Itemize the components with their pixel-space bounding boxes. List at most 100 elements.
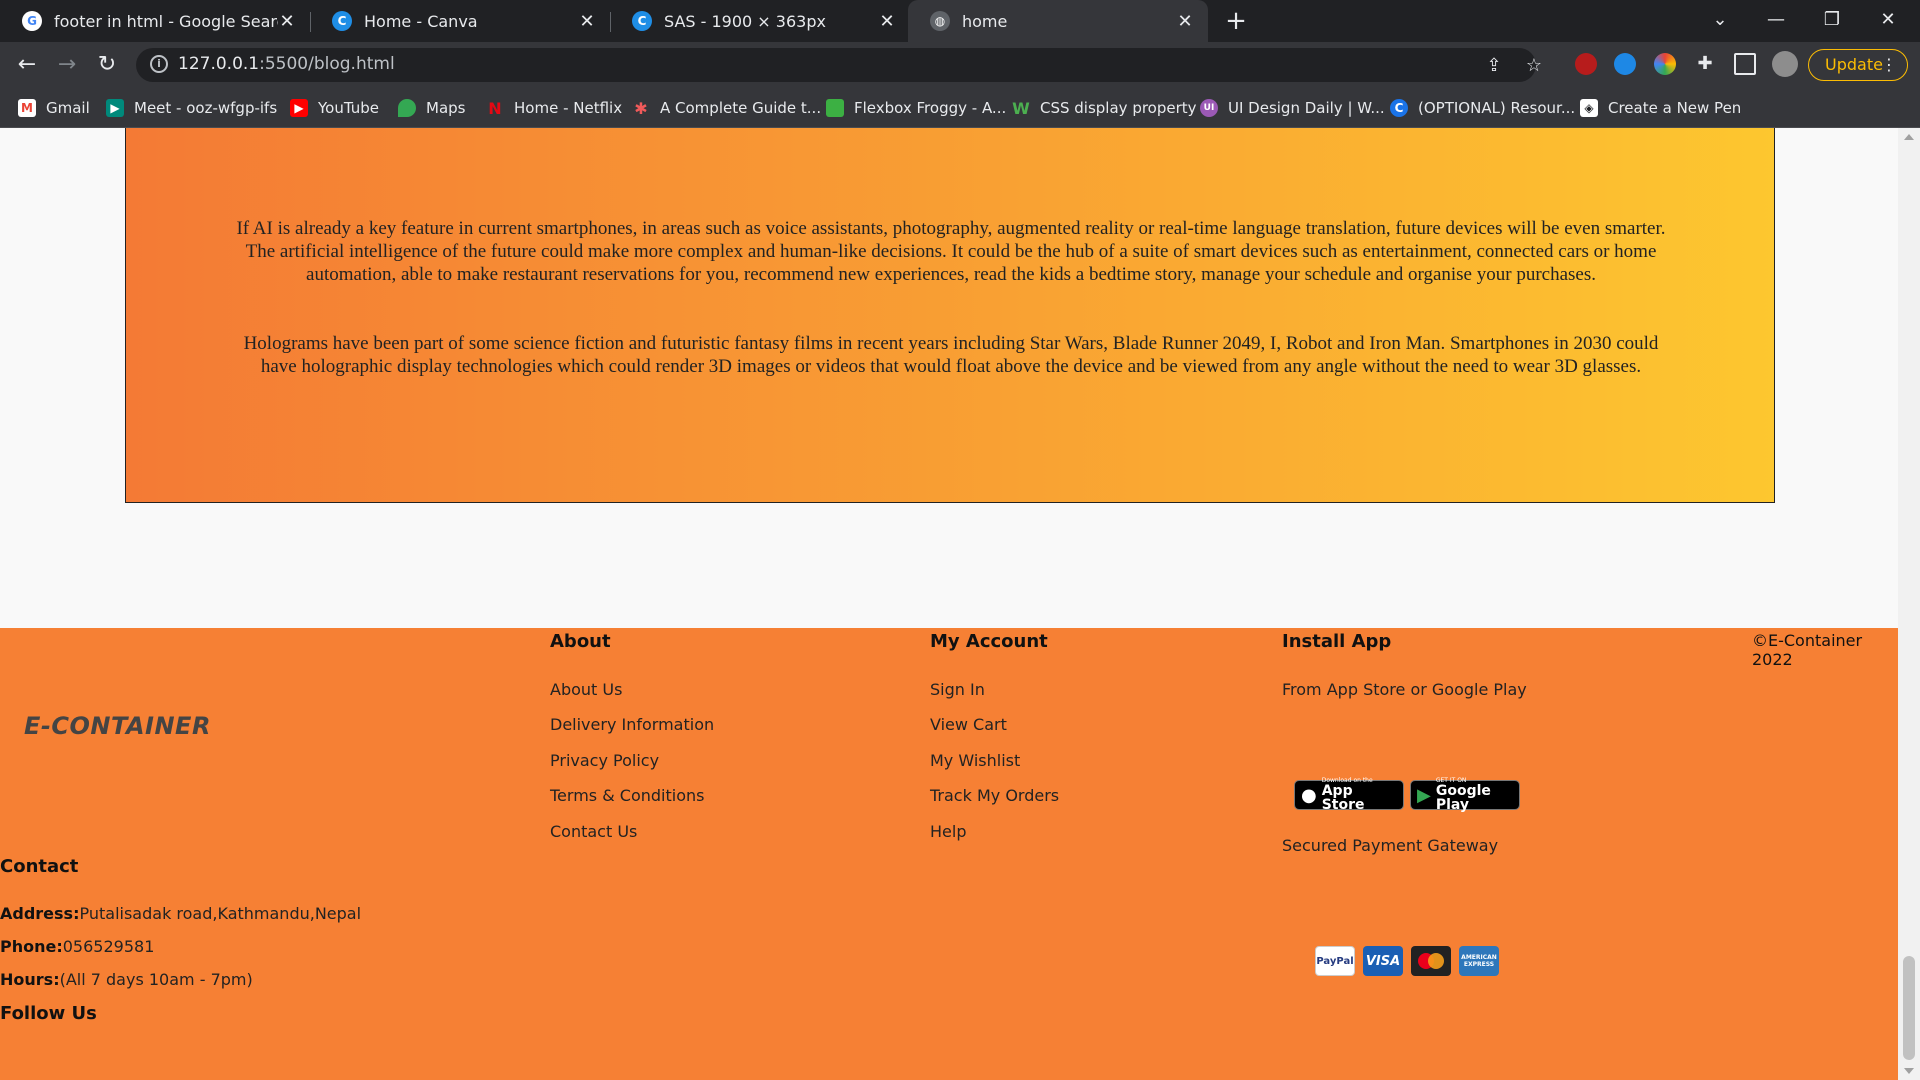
about-us-link[interactable]: About Us xyxy=(550,680,622,699)
extension-b-icon[interactable] xyxy=(1614,53,1636,75)
profile-avatar[interactable] xyxy=(1772,51,1798,77)
terms-conditions-link[interactable]: Terms & Conditions xyxy=(550,786,704,805)
bookmark-flexbox-froggy[interactable]: Flexbox Froggy - A... xyxy=(826,96,1006,120)
paypal-label: PayPal xyxy=(1316,955,1354,967)
tab-canva-sas[interactable]: C SAS - 1900 × 363px ✕ xyxy=(610,0,910,42)
delivery-information-link[interactable]: Delivery Information xyxy=(550,715,714,734)
tab-strip: G footer in html - Google Search ✕ C Hom… xyxy=(0,0,1920,42)
app-store-badge[interactable]: ● Download on the App Store xyxy=(1294,778,1404,812)
bookmark-maps[interactable]: Maps xyxy=(398,96,465,120)
my-account-heading: My Account xyxy=(930,631,1048,652)
ublock-extension-icon[interactable] xyxy=(1575,53,1597,75)
bookmark-label: Maps xyxy=(426,99,466,117)
close-icon[interactable]: ✕ xyxy=(578,11,596,32)
bookmark-youtube[interactable]: ▶ YouTube xyxy=(290,96,379,120)
bookmark-label: Meet - ooz-wfgp-ifs xyxy=(134,99,278,117)
google-icon: G xyxy=(22,11,42,31)
bookmark-label: A Complete Guide t... xyxy=(660,99,822,117)
bookmark-label: UI Design Daily | W... xyxy=(1228,99,1385,117)
site-info-icon[interactable]: i xyxy=(150,55,168,73)
bookmark-css-tricks[interactable]: ✱ A Complete Guide t... xyxy=(632,96,821,120)
site-footer: E-CONTAINER Contact Address:Putalisadak … xyxy=(0,628,1898,1080)
bookmark-optional-resources[interactable]: C (OPTIONAL) Resour... xyxy=(1390,96,1575,120)
phone-label: Phone: xyxy=(0,937,63,956)
minimize-button[interactable]: — xyxy=(1748,0,1804,42)
menu-kebab-icon[interactable]: ⋮ xyxy=(1881,50,1897,80)
bookmark-netflix[interactable]: N Home - Netflix xyxy=(486,96,622,120)
contact-heading: Contact xyxy=(0,856,79,877)
phone-value: 056529581 xyxy=(62,937,155,956)
help-link[interactable]: Help xyxy=(930,822,966,841)
scrollbar-thumb[interactable] xyxy=(1903,956,1915,1060)
bookmarks-bar: M Gmail ▶ Meet - ooz-wfgp-ifs ▶ YouTube Map… xyxy=(0,88,1920,128)
bookmark-css-display[interactable]: W CSS display property xyxy=(1012,96,1197,120)
tab-canva-home[interactable]: C Home - Canva ✕ xyxy=(310,0,610,42)
address-label: Address: xyxy=(0,904,80,923)
css-tricks-icon: ✱ xyxy=(634,98,648,118)
contact-us-link[interactable]: Contact Us xyxy=(550,822,637,841)
extensions-puzzle-icon[interactable]: ✚ xyxy=(1694,53,1716,75)
tab-title: home xyxy=(962,11,1008,31)
ui-icon: UI xyxy=(1200,99,1218,117)
bookmark-label: YouTube xyxy=(318,99,379,117)
side-panel-icon[interactable] xyxy=(1734,53,1756,75)
maps-icon xyxy=(398,99,416,117)
close-icon[interactable]: ✕ xyxy=(1176,11,1194,32)
tab-home-active[interactable]: ◍ home ✕ xyxy=(908,0,1208,42)
bookmark-star-icon[interactable]: ☆ xyxy=(1522,54,1546,78)
tab-title: Home - Canva xyxy=(364,11,478,31)
google-play-badge[interactable]: ▶ GET IT ON Google Play xyxy=(1410,778,1520,812)
follow-us-heading: Follow Us xyxy=(0,1003,97,1024)
w3-icon: W xyxy=(1012,98,1030,118)
amex-icon: AMERICAN EXPRESS xyxy=(1459,946,1499,976)
my-wishlist-link[interactable]: My Wishlist xyxy=(930,751,1020,770)
codepen-icon: ◈ xyxy=(1580,99,1598,117)
blog-content-box: If AI is already a key feature in curren… xyxy=(125,128,1775,503)
view-cart-link[interactable]: View Cart xyxy=(930,715,1007,734)
share-icon[interactable]: ⇪ xyxy=(1482,54,1506,78)
tab-google-search[interactable]: G footer in html - Google Search ✕ xyxy=(0,0,310,42)
bookmark-meet[interactable]: ▶ Meet - ooz-wfgp-ifs xyxy=(106,96,277,120)
color-picker-extension-icon[interactable] xyxy=(1654,53,1676,75)
bookmark-gmail[interactable]: M Gmail xyxy=(18,96,90,120)
url-path: :5500/blog.html xyxy=(259,54,395,74)
address-bar[interactable]: i 127.0.0.1:5500/blog.html ⇪ ☆ xyxy=(136,48,1542,82)
contact-hours: Hours:(All 7 days 10am - 7pm) xyxy=(0,970,253,989)
reload-icon[interactable]: ↻ xyxy=(92,50,122,80)
blog-paragraph-ai: If AI is already a key feature in curren… xyxy=(236,218,1666,285)
forward-arrow-icon[interactable]: → xyxy=(52,50,82,80)
update-label: Update xyxy=(1825,55,1883,74)
page-scrollbar[interactable] xyxy=(1898,128,1920,1080)
blog-paragraph-holograms: Holograms have been part of some science… xyxy=(243,333,1659,377)
bookmark-codepen[interactable]: ◈ Create a New Pen xyxy=(1580,96,1741,120)
tab-title: footer in html - Google Search xyxy=(54,11,278,31)
close-icon[interactable]: ✕ xyxy=(878,11,896,32)
update-button[interactable]: Update ⋮ xyxy=(1808,49,1908,81)
url-host: 127.0.0.1 xyxy=(178,54,260,74)
track-orders-link[interactable]: Track My Orders xyxy=(930,786,1059,805)
bookmark-ui-design-daily[interactable]: UI UI Design Daily | W... xyxy=(1200,96,1385,120)
meet-icon: ▶ xyxy=(106,99,124,117)
contact-address: Address:Putalisadak road,Kathmandu,Nepal xyxy=(0,904,361,923)
back-arrow-icon[interactable]: ← xyxy=(12,50,42,80)
scroll-down-arrow-icon[interactable] xyxy=(1904,1068,1914,1074)
youtube-icon: ▶ xyxy=(290,99,308,117)
restore-button[interactable]: ❐ xyxy=(1804,0,1860,42)
globe-icon: ◍ xyxy=(930,11,950,31)
c-icon: C xyxy=(1390,99,1408,117)
close-icon[interactable]: ✕ xyxy=(278,11,296,32)
bookmark-label: (OPTIONAL) Resour... xyxy=(1418,99,1576,117)
privacy-policy-link[interactable]: Privacy Policy xyxy=(550,751,659,770)
paypal-icon: PayPal xyxy=(1315,946,1355,976)
bookmark-label: CSS display property xyxy=(1040,99,1197,117)
visa-icon: VISA xyxy=(1363,946,1403,976)
url-text[interactable]: 127.0.0.1:5500/blog.html xyxy=(178,54,395,74)
install-app-heading: Install App xyxy=(1282,631,1392,652)
scroll-up-arrow-icon[interactable] xyxy=(1904,134,1914,140)
new-tab-button[interactable]: + xyxy=(1221,6,1251,36)
sign-in-link[interactable]: Sign In xyxy=(930,680,985,699)
tab-search-chevron-icon[interactable]: ⌄ xyxy=(1692,0,1748,42)
footer-logo[interactable]: E-CONTAINER xyxy=(24,712,211,740)
close-window-button[interactable]: ✕ xyxy=(1860,0,1916,42)
apple-icon: ● xyxy=(1301,784,1317,806)
